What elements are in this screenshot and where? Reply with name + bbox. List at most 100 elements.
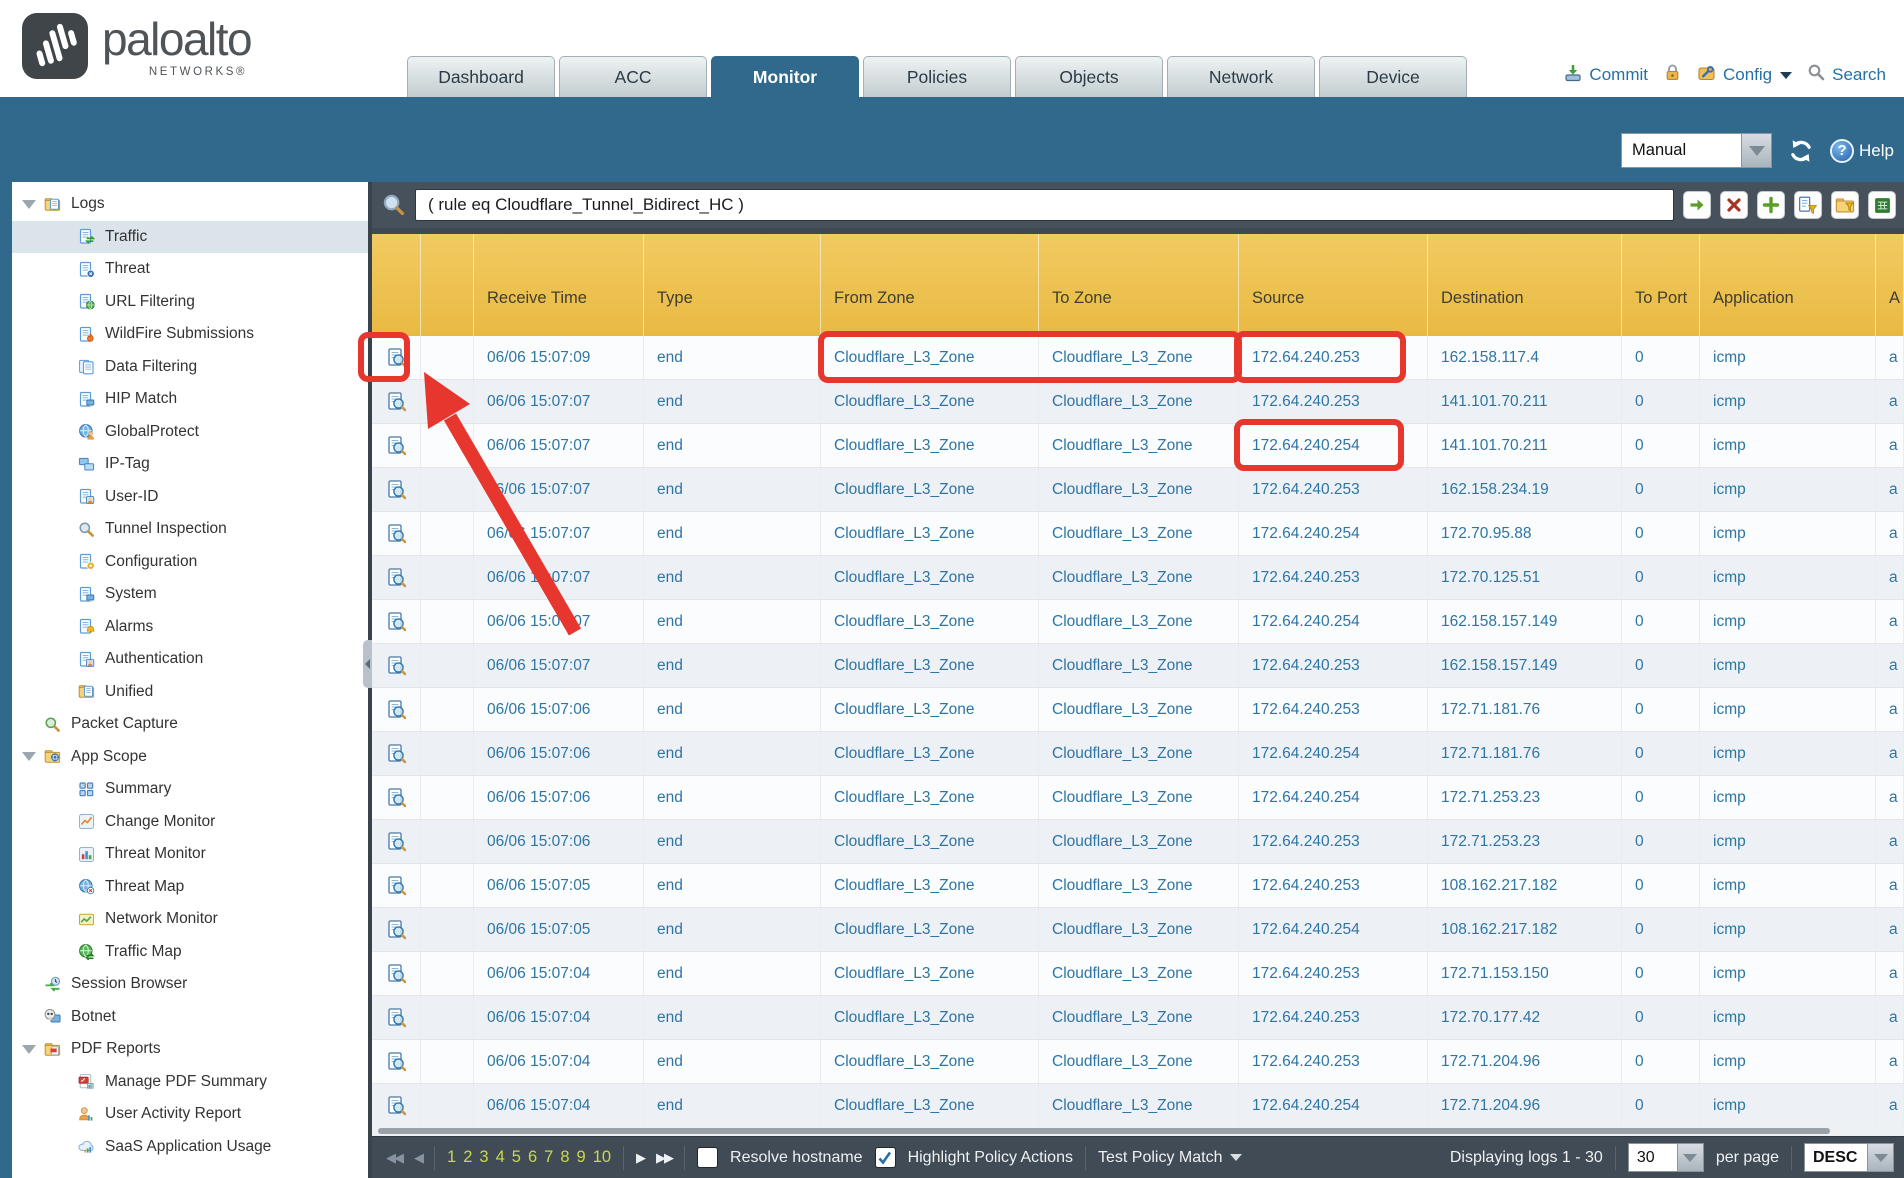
log-detail-button[interactable] xyxy=(372,468,421,511)
export-csv-button[interactable] xyxy=(1868,191,1896,219)
column-header-to-zone[interactable]: To Zone xyxy=(1039,234,1239,336)
sidebar-item-hip-match[interactable]: HIP Match xyxy=(12,383,368,416)
add-filter-button[interactable] xyxy=(1757,191,1785,219)
scrollbar-thumb[interactable] xyxy=(378,1128,1830,1134)
sidebar-item-manage-pdf-summary[interactable]: Manage PDF Summary xyxy=(12,1066,368,1099)
per-page-select[interactable]: 30 xyxy=(1628,1143,1704,1172)
column-header-from-zone[interactable]: From Zone xyxy=(821,234,1039,336)
sidebar-item-pdf-reports[interactable]: PDF Reports xyxy=(12,1033,368,1066)
log-detail-button[interactable] xyxy=(372,336,421,379)
sidebar-item-configuration[interactable]: Configuration xyxy=(12,546,368,579)
page-button-7[interactable]: 7 xyxy=(544,1148,553,1167)
sidebar-item-system[interactable]: System xyxy=(12,578,368,611)
log-detail-button[interactable] xyxy=(372,1040,421,1083)
sidebar-item-wildfire-submissions[interactable]: WildFire Submissions xyxy=(12,318,368,351)
first-page-button[interactable]: ◀◀ xyxy=(386,1150,402,1166)
sidebar-item-logs[interactable]: Logs xyxy=(12,188,368,221)
sidebar-item-saas-application-usage[interactable]: SaaS Application Usage xyxy=(12,1131,368,1164)
last-page-button[interactable]: ▶▶ xyxy=(656,1150,672,1166)
log-detail-button[interactable] xyxy=(372,1084,421,1126)
sidebar-item-threat-monitor[interactable]: Threat Monitor xyxy=(12,838,368,871)
lock-icon[interactable] xyxy=(1663,63,1682,87)
page-button-9[interactable]: 9 xyxy=(577,1148,586,1167)
refresh-icon[interactable] xyxy=(1788,138,1814,164)
page-button-4[interactable]: 4 xyxy=(496,1148,505,1167)
sidebar-item-url-filtering[interactable]: URL Filtering xyxy=(12,286,368,319)
tab-device[interactable]: Device xyxy=(1319,56,1467,97)
sidebar-collapse-handle[interactable] xyxy=(363,640,372,688)
expander-icon[interactable] xyxy=(22,200,44,209)
page-button-5[interactable]: 5 xyxy=(512,1148,521,1167)
commit-button[interactable]: Commit xyxy=(1563,63,1648,88)
test-policy-match-button[interactable]: Test Policy Match xyxy=(1098,1149,1242,1167)
help-button[interactable]: ? Help xyxy=(1830,139,1894,163)
global-search-button[interactable]: Search xyxy=(1807,63,1886,87)
tab-objects[interactable]: Objects xyxy=(1015,56,1163,97)
log-detail-button[interactable] xyxy=(372,996,421,1039)
saved-filters-button[interactable] xyxy=(1831,191,1859,219)
sidebar-item-authentication[interactable]: Authentication xyxy=(12,643,368,676)
log-detail-button[interactable] xyxy=(372,424,421,467)
sidebar-item-traffic[interactable]: Traffic xyxy=(12,221,368,254)
page-button-1[interactable]: 1 xyxy=(447,1148,456,1167)
config-menu[interactable]: Config xyxy=(1697,63,1792,88)
chevron-down-icon[interactable] xyxy=(1742,133,1772,168)
log-detail-button[interactable] xyxy=(372,908,421,951)
clear-filter-button[interactable] xyxy=(1720,191,1748,219)
log-detail-button[interactable] xyxy=(372,820,421,863)
sort-order-select[interactable]: DESC xyxy=(1804,1143,1894,1172)
log-detail-button[interactable] xyxy=(372,644,421,687)
sidebar-item-threat-map[interactable]: Threat Map xyxy=(12,871,368,904)
page-button-2[interactable]: 2 xyxy=(463,1148,472,1167)
next-page-button[interactable]: ▶ xyxy=(636,1150,644,1166)
column-header-receive-time[interactable]: Receive Time xyxy=(474,234,644,336)
tab-policies[interactable]: Policies xyxy=(863,56,1011,97)
log-detail-button[interactable] xyxy=(372,732,421,775)
sidebar-item-unified[interactable]: Unified xyxy=(12,676,368,709)
horizontal-scrollbar[interactable] xyxy=(372,1126,1904,1136)
sidebar-item-user-activity-report[interactable]: User Activity Report xyxy=(12,1098,368,1131)
sidebar-item-threat[interactable]: Threat xyxy=(12,253,368,286)
sidebar-item-packet-capture[interactable]: Packet Capture xyxy=(12,708,368,741)
sidebar-item-user-id[interactable]: User-ID xyxy=(12,481,368,514)
sidebar-item-summary[interactable]: Summary xyxy=(12,773,368,806)
log-detail-button[interactable] xyxy=(372,952,421,995)
log-detail-button[interactable] xyxy=(372,512,421,555)
log-detail-button[interactable] xyxy=(372,864,421,907)
tab-acc[interactable]: ACC xyxy=(559,56,707,97)
sidebar-item-botnet[interactable]: Botnet xyxy=(12,1001,368,1034)
column-header-a[interactable]: A xyxy=(1876,234,1904,336)
page-button-3[interactable]: 3 xyxy=(479,1148,488,1167)
chevron-down-icon[interactable] xyxy=(1678,1143,1704,1172)
log-detail-button[interactable] xyxy=(372,600,421,643)
sidebar-item-alarms[interactable]: Alarms xyxy=(12,611,368,644)
sidebar-item-session-browser[interactable]: Session Browser xyxy=(12,968,368,1001)
sidebar-item-change-monitor[interactable]: Change Monitor xyxy=(12,806,368,839)
sidebar-item-tunnel-inspection[interactable]: Tunnel Inspection xyxy=(12,513,368,546)
resolve-hostname-checkbox[interactable] xyxy=(697,1147,718,1168)
page-button-6[interactable]: 6 xyxy=(528,1148,537,1167)
column-header-to-port[interactable]: To Port xyxy=(1622,234,1700,336)
expander-icon[interactable] xyxy=(22,752,44,761)
apply-filter-button[interactable] xyxy=(1683,191,1711,219)
page-button-8[interactable]: 8 xyxy=(560,1148,569,1167)
tab-monitor[interactable]: Monitor xyxy=(711,56,859,97)
column-header-application[interactable]: Application xyxy=(1700,234,1876,336)
page-button-10[interactable]: 10 xyxy=(593,1148,611,1167)
sidebar-item-app-scope[interactable]: App Scope xyxy=(12,741,368,774)
log-detail-button[interactable] xyxy=(372,688,421,731)
log-detail-button[interactable] xyxy=(372,776,421,819)
sidebar-item-globalprotect[interactable]: GlobalProtect xyxy=(12,416,368,449)
prev-page-button[interactable]: ◀ xyxy=(414,1150,422,1166)
tab-dashboard[interactable]: Dashboard xyxy=(407,56,555,97)
tab-network[interactable]: Network xyxy=(1167,56,1315,97)
filter-query-input[interactable] xyxy=(415,189,1674,221)
sidebar-item-data-filtering[interactable]: Data Filtering xyxy=(12,351,368,384)
column-header-destination[interactable]: Destination xyxy=(1428,234,1622,336)
expander-icon[interactable] xyxy=(22,1045,44,1054)
refresh-interval-select[interactable]: Manual xyxy=(1621,133,1772,168)
column-header-type[interactable]: Type xyxy=(644,234,821,336)
sidebar-item-ip-tag[interactable]: IP-Tag xyxy=(12,448,368,481)
log-detail-button[interactable] xyxy=(372,380,421,423)
sidebar-item-traffic-map[interactable]: Traffic Map xyxy=(12,936,368,969)
